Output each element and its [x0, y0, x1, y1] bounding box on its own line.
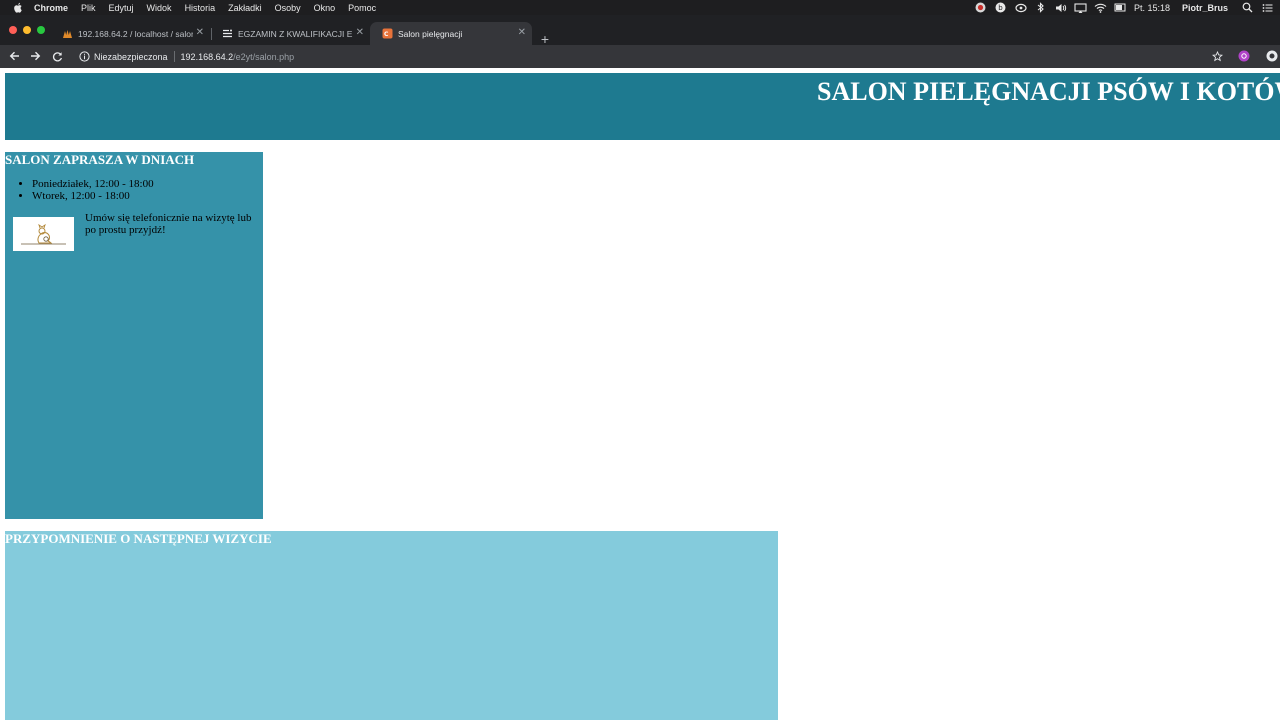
- security-status-text[interactable]: Niezabezpieczona: [94, 52, 168, 62]
- address-bar[interactable]: Niezabezpieczona 192.168.64.2/e2yt/salon…: [72, 47, 1232, 66]
- notification-center-icon[interactable]: [1260, 0, 1274, 15]
- visit-note: Umów się telefonicznie na wizytę lub po …: [85, 212, 252, 236]
- window-controls: [9, 26, 51, 34]
- tab-close-icon[interactable]: ✕: [356, 27, 364, 38]
- page-favicon-icon: C: [382, 28, 393, 39]
- address-divider: [173, 51, 175, 62]
- opening-hours-heading: SALON ZAPRASZA W DNIACH: [5, 152, 195, 167]
- page-title: SALON PIELĘGNACJI PSÓW I KOTÓW: [817, 77, 1280, 106]
- battery-flag-icon[interactable]: [1114, 0, 1128, 15]
- svg-text:b: b: [999, 4, 1004, 12]
- profile-avatar-icon[interactable]: [1265, 49, 1279, 63]
- back-arrow-icon[interactable]: [7, 49, 21, 63]
- menubar-user[interactable]: Piotr_Brus: [1182, 3, 1228, 13]
- tab-salon-active[interactable]: C Salon pielęgnacji ✕: [370, 22, 532, 45]
- menu-zakladki[interactable]: Zakładki: [228, 3, 262, 13]
- menu-osoby[interactable]: Osoby: [275, 3, 301, 13]
- opening-days-list: Poniedziałek, 12:00 - 18:00 Wtorek, 12:0…: [32, 178, 154, 202]
- reminder-panel: PRZYPOMNIENIE O NASTĘPNEJ WIZYCIE: [5, 531, 778, 720]
- web-page: SALON PIELĘGNACJI PSÓW I KOTÓW SALON ZAP…: [0, 68, 1280, 720]
- spotlight-search-icon[interactable]: [1240, 0, 1254, 15]
- tab-title: EGZAMIN Z KWALIFIKACJI E.14: [238, 28, 353, 39]
- page-banner: SALON PIELĘGNACJI PSÓW I KOTÓW: [5, 73, 1280, 140]
- url-host: 192.168.64.2: [180, 51, 234, 62]
- minimize-window-button[interactable]: [23, 26, 31, 34]
- opening-hours-panel: SALON ZAPRASZA W DNIACH Poniedziałek, 12…: [5, 152, 263, 519]
- record-icon[interactable]: [974, 0, 988, 15]
- menu-widok[interactable]: Widok: [147, 3, 172, 13]
- pet-image: [13, 217, 74, 251]
- bookmark-star-icon[interactable]: [1210, 49, 1224, 63]
- airplay-display-icon[interactable]: [1074, 0, 1088, 15]
- browser-tab-strip: 192.168.64.2 / localhost / salon ✕ EGZAM…: [0, 15, 1280, 47]
- zoom-window-button[interactable]: [37, 26, 45, 34]
- apple-icon[interactable]: [12, 2, 24, 13]
- phpmyadmin-favicon-icon: [62, 28, 73, 39]
- tab-phpmyadmin[interactable]: 192.168.64.2 / localhost / salon ✕: [50, 22, 210, 45]
- bluetooth-icon[interactable]: [1034, 0, 1048, 15]
- extension-icon[interactable]: [1237, 49, 1251, 63]
- url-path: /e2yt/salon.php: [233, 51, 295, 62]
- tab-close-icon[interactable]: ✕: [518, 27, 526, 38]
- macos-menubar: Chrome Plik Edytuj Widok Historia Zakład…: [0, 0, 1280, 15]
- tab-close-icon[interactable]: ✕: [196, 27, 204, 38]
- menubar-status-area: b Pt. 15:18 Piotr_Brus: [974, 0, 1280, 15]
- menu-chrome[interactable]: Chrome: [34, 3, 68, 13]
- menu-plik[interactable]: Plik: [81, 3, 96, 13]
- svg-text:C: C: [384, 31, 389, 38]
- forward-arrow-icon[interactable]: [28, 49, 42, 63]
- browser-toolbar: Niezabezpieczona 192.168.64.2/e2yt/salon…: [0, 45, 1280, 68]
- list-item: Poniedziałek, 12:00 - 18:00: [32, 178, 154, 190]
- app-b-icon[interactable]: b: [994, 0, 1008, 15]
- menu-pomoc[interactable]: Pomoc: [348, 3, 376, 13]
- wifi-icon[interactable]: [1094, 0, 1108, 15]
- tab-egzamin[interactable]: EGZAMIN Z KWALIFIKACJI E.14 ✕: [210, 22, 370, 45]
- menu-edytuj[interactable]: Edytuj: [109, 3, 134, 13]
- reload-icon[interactable]: [50, 49, 64, 63]
- menu-okno[interactable]: Okno: [314, 3, 336, 13]
- reminder-heading: PRZYPOMNIENIE O NASTĘPNEJ WIZYCIE: [5, 531, 272, 546]
- new-tab-plus-icon[interactable]: +: [539, 31, 551, 47]
- tab-title: Salon pielęgnacji: [398, 28, 463, 39]
- menu-historia[interactable]: Historia: [185, 3, 216, 13]
- sync-icon[interactable]: [1014, 0, 1028, 15]
- menubar-clock[interactable]: Pt. 15:18: [1134, 3, 1170, 13]
- list-item: Wtorek, 12:00 - 18:00: [32, 190, 154, 202]
- info-icon[interactable]: [78, 51, 90, 63]
- tab-title: 192.168.64.2 / localhost / salon: [78, 28, 193, 39]
- document-favicon-icon: [222, 28, 233, 39]
- volume-icon[interactable]: [1054, 0, 1068, 15]
- close-window-button[interactable]: [9, 26, 17, 34]
